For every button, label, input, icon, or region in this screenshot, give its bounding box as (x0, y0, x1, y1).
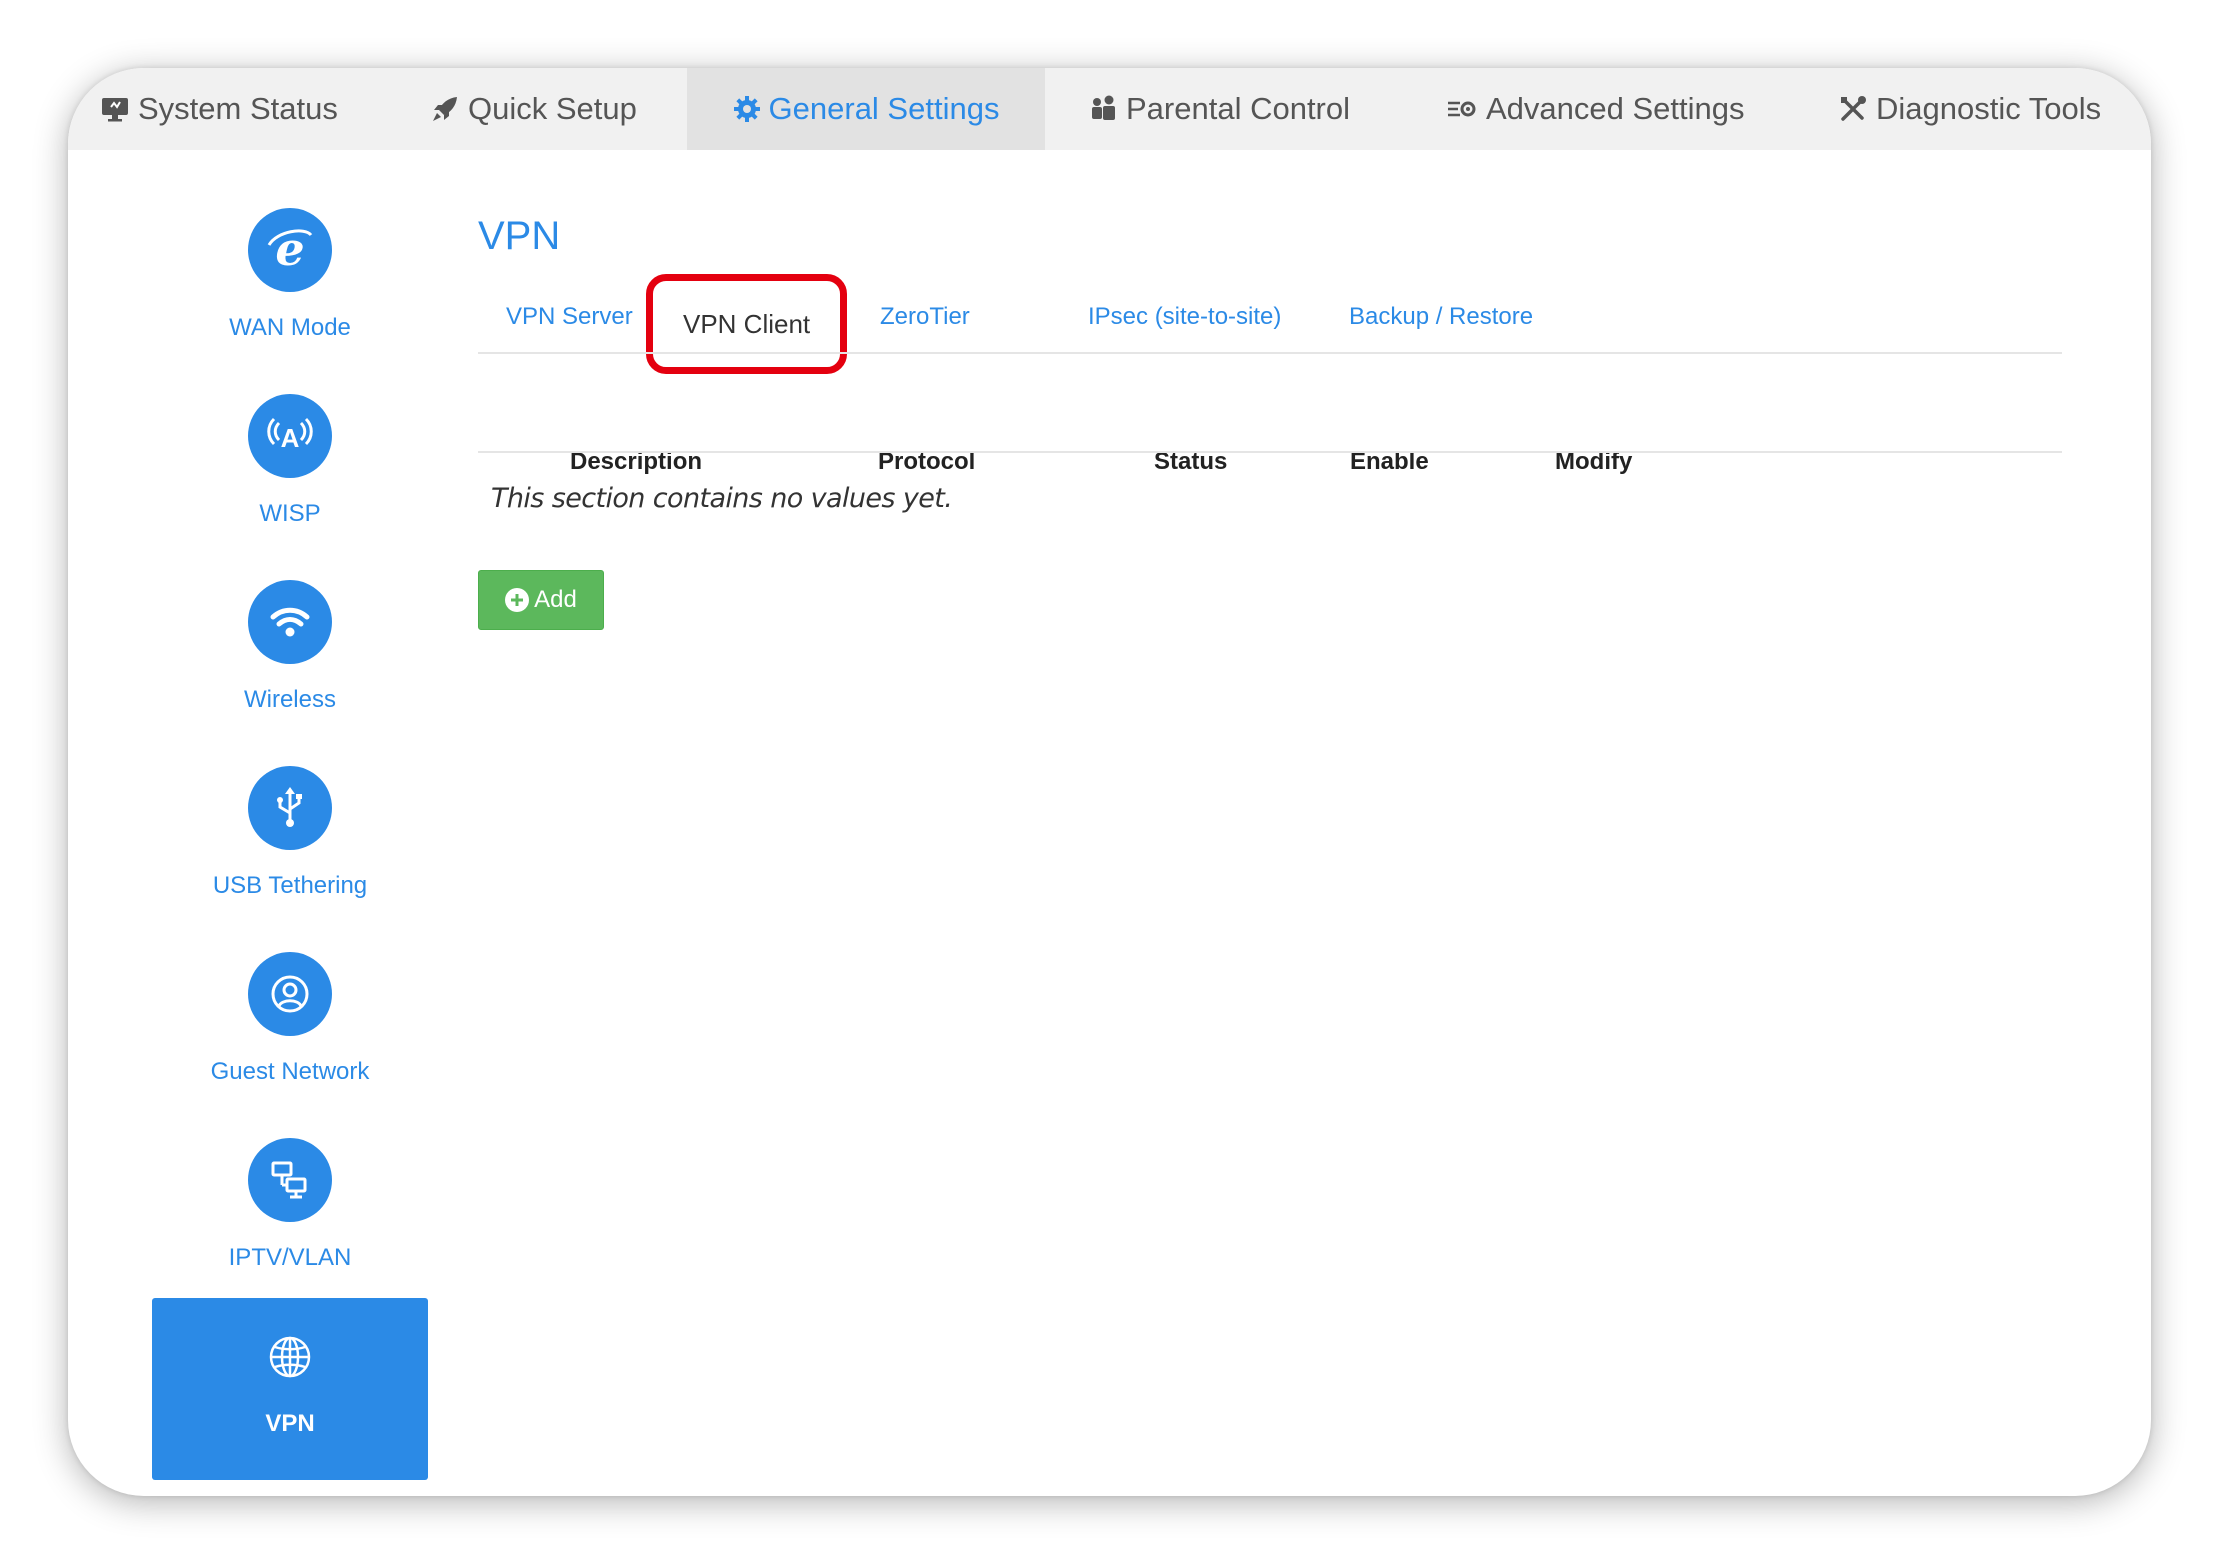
sidebar-item-iptv-vlan[interactable]: IPTV/VLAN (152, 1138, 428, 1318)
sidebar-item-label: USB Tethering (212, 872, 368, 899)
sidebar-item-wan-mode[interactable]: e WAN Mode (152, 208, 428, 388)
tab-backup-restore[interactable]: Backup / Restore (1349, 286, 1533, 348)
guest-user-icon (248, 952, 332, 1036)
svg-text:A: A (281, 423, 300, 453)
tab-zerotier[interactable]: ZeroTier (880, 286, 970, 348)
subtabs-divider (478, 352, 2062, 354)
rocket-icon (430, 94, 460, 124)
topnav-advanced-settings[interactable]: Advanced Settings (1446, 68, 1745, 150)
add-button-label: Add (534, 586, 577, 613)
sidebar-item-usb-tethering[interactable]: USB Tethering (152, 766, 428, 946)
sidebar-item-wisp[interactable]: A WISP (152, 394, 428, 574)
topnav-label: Quick Setup (468, 91, 637, 126)
topnav-label: Parental Control (1126, 91, 1351, 126)
topnav-label: System Status (138, 91, 338, 126)
network-computers-icon (248, 1138, 332, 1222)
sidebar-item-label: WISP (259, 500, 321, 527)
wifi-icon (248, 580, 332, 664)
vpn-subtabs: VPN Server VPN Client ZeroTier IPsec (si… (478, 274, 2062, 374)
top-navigation: System Status Quick Setup General Settin… (68, 68, 2151, 150)
topnav-quick-setup[interactable]: Quick Setup (430, 68, 637, 150)
topnav-diagnostic-tools[interactable]: Diagnostic Tools (1838, 68, 2101, 150)
tab-vpn-server[interactable]: VPN Server (506, 286, 633, 348)
topnav-label: General Settings (768, 91, 1000, 126)
gear-icon (733, 95, 761, 123)
sidebar-item-label: IPTV/VLAN (228, 1244, 352, 1271)
topnav-system-status[interactable]: System Status (68, 68, 338, 150)
sliders-gear-icon (1446, 94, 1478, 124)
sidebar-item-label: VPN (265, 1410, 315, 1437)
globe-icon (265, 1332, 315, 1382)
topnav-general-settings[interactable]: General Settings (687, 68, 1045, 150)
antenna-icon: A (248, 394, 332, 478)
topnav-label: Advanced Settings (1486, 91, 1745, 126)
monitor-icon (100, 94, 130, 124)
router-admin-window: System Status Quick Setup General Settin… (68, 68, 2151, 1496)
plus-circle-icon (505, 588, 530, 612)
sidebar-item-wireless[interactable]: Wireless (152, 580, 428, 760)
empty-table-message: This section contains no values yet. (491, 483, 953, 514)
sidebar-item-label: Guest Network (210, 1058, 370, 1085)
sidebar-item-label: WAN Mode (229, 314, 351, 341)
sidebar-item-vpn[interactable]: VPN (152, 1298, 428, 1480)
usb-icon (248, 766, 332, 850)
tab-vpn-client[interactable]: VPN Client (646, 274, 848, 374)
sidebar-item-label: Wireless (243, 686, 336, 713)
topnav-label: Diagnostic Tools (1876, 91, 2102, 126)
people-icon (1088, 94, 1118, 124)
add-button[interactable]: Add (478, 570, 604, 630)
tab-ipsec[interactable]: IPsec (site-to-site) (1088, 286, 1281, 348)
topnav-parental-control[interactable]: Parental Control (1088, 68, 1350, 150)
page-title: VPN (478, 214, 561, 258)
tools-icon (1838, 94, 1868, 124)
internet-explorer-icon: e (248, 208, 332, 292)
sidebar-item-guest-network[interactable]: Guest Network (152, 952, 428, 1132)
table-header-divider (478, 451, 2062, 453)
